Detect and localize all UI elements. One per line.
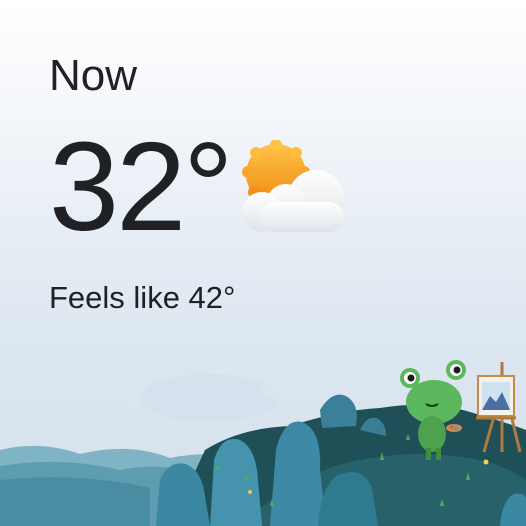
partly-cloudy-icon [242, 140, 344, 232]
current-temperature: 32° [49, 116, 234, 257]
frog-character [400, 360, 466, 460]
now-label: Now [49, 51, 138, 100]
feels-like-text: Feels like 42° [49, 280, 236, 315]
weather-card: Now 32° Feels like 42° [0, 0, 526, 526]
easel-with-painting [476, 362, 522, 453]
